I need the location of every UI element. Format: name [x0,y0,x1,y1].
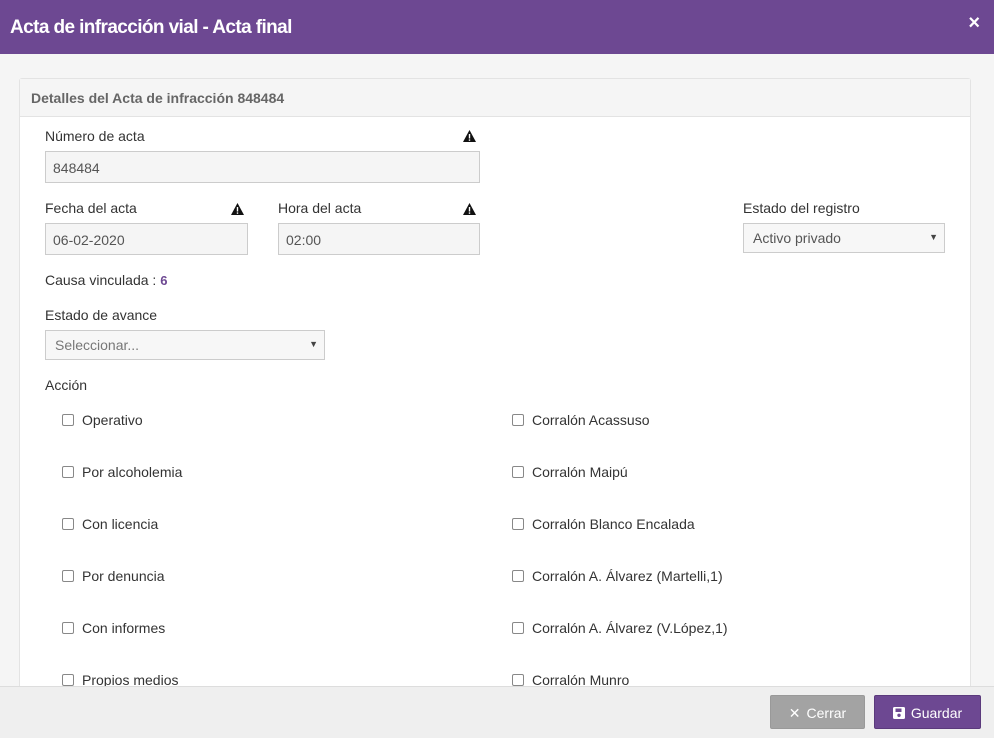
caret-down-icon: ▼ [929,232,938,242]
estado-avance-select[interactable]: Seleccionar... ▼ [45,330,325,360]
estado-registro-value: Activo privado [753,230,841,246]
causa-link[interactable]: 6 [160,273,167,288]
checkbox[interactable] [62,622,74,634]
warning-icon [231,203,244,215]
warning-icon [463,130,476,142]
fecha-label: Fecha del acta [45,200,137,216]
panel-title: Detalles del Acta de infracción 848484 [20,79,970,117]
checkbox[interactable] [62,518,74,530]
fecha-input[interactable]: 06-02-2020 [45,223,248,255]
hora-label: Hora del acta [278,200,362,216]
guardar-button[interactable]: Guardar [874,695,981,729]
save-icon [892,707,905,719]
checkbox[interactable] [62,466,74,478]
accion-label: Acción [45,377,88,393]
estado-avance-value: Seleccionar... [55,337,140,353]
modal-header: Acta de infracción vial - Acta final × [0,0,994,54]
hora-input[interactable]: 02:00 [278,223,480,255]
estado-avance-label: Estado de avance [45,307,158,323]
checkbox[interactable] [512,466,524,478]
causa-row: Causa vinculada : 6 [45,272,167,288]
cerrar-label: Cerrar [806,705,847,721]
checkbox[interactable] [512,414,524,426]
estado-registro-select[interactable]: Activo privado ▼ [743,223,945,253]
close-icon: ✕ [788,705,801,721]
checkbox[interactable] [512,674,524,686]
estado-registro-label: Estado del registro [743,200,860,216]
checkbox[interactable] [512,622,524,634]
guardar-label: Guardar [910,705,963,721]
close-icon[interactable]: × [968,13,980,33]
modal-footer: ✕ Cerrar Guardar [0,686,994,738]
causa-label: Causa vinculada : [45,272,157,288]
checkbox[interactable] [62,674,74,686]
checkbox[interactable] [512,570,524,582]
checkbox[interactable] [62,570,74,582]
checkbox[interactable] [62,414,74,426]
numero-input[interactable]: 848484 [45,151,480,183]
warning-icon [463,203,476,215]
caret-down-icon: ▼ [309,339,318,349]
checkbox[interactable] [512,518,524,530]
cerrar-button[interactable]: ✕ Cerrar [770,695,865,729]
modal-title: Acta de infracción vial - Acta final [10,17,292,38]
numero-label: Número de acta [45,128,145,144]
